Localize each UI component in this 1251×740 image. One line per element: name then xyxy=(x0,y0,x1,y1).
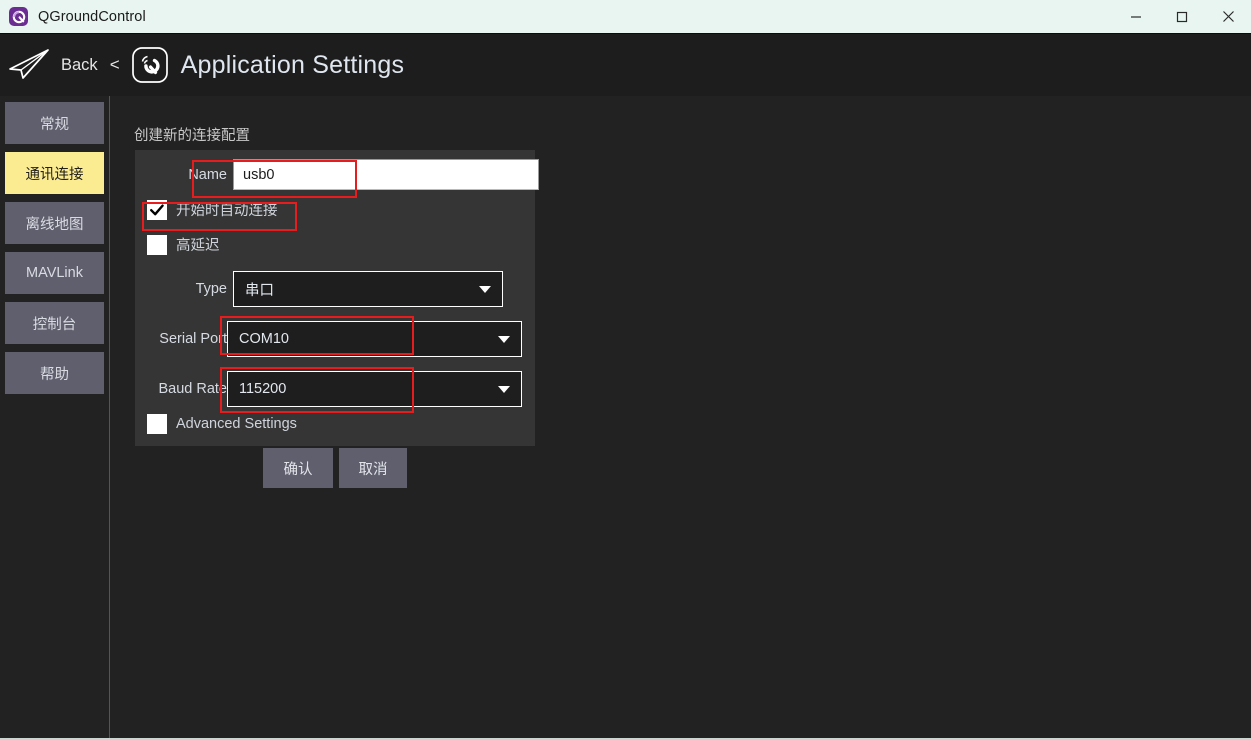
advanced-settings-label: Advanced Settings xyxy=(176,416,297,432)
type-value: 串口 xyxy=(245,282,274,299)
sidebar-item-label: 通讯连接 xyxy=(25,166,84,183)
advanced-settings-row[interactable]: Advanced Settings xyxy=(147,414,297,434)
baud-rate-value: 115200 xyxy=(239,381,287,397)
link-config-form: Name usb0 开始时自动连接 高延迟 Type 串口 Serial Por… xyxy=(135,150,539,446)
sidebar-item-help[interactable]: 帮助 xyxy=(5,352,104,394)
serial-port-value: COM10 xyxy=(239,331,289,347)
section-title: 创建新的连接配置 xyxy=(134,128,250,144)
name-input[interactable]: usb0 xyxy=(233,159,539,190)
sidebar-item-offline-maps[interactable]: 离线地图 xyxy=(5,202,104,244)
sidebar-item-mavlink[interactable]: MAVLink xyxy=(5,252,104,294)
sidebar-item-label: 帮助 xyxy=(40,366,69,383)
qgroundcontrol-app-icon xyxy=(9,7,28,26)
sidebar-item-label: 控制台 xyxy=(32,316,77,333)
sidebar-item-label: 离线地图 xyxy=(25,216,84,233)
type-combo[interactable]: 串口 xyxy=(233,271,503,307)
maximize-icon[interactable] xyxy=(1159,0,1205,33)
close-icon[interactable] xyxy=(1205,0,1251,33)
settings-sidebar: 常规 通讯连接 离线地图 MAVLink 控制台 帮助 xyxy=(0,96,109,739)
high-latency-checkbox[interactable] xyxy=(147,234,167,255)
chevron-down-icon xyxy=(479,286,491,293)
sidebar-item-label: MAVLink xyxy=(26,265,83,281)
chevron-left-icon[interactable]: < xyxy=(110,55,120,75)
auto-connect-checkbox[interactable] xyxy=(147,199,167,220)
settings-content: 创建新的连接配置 Name usb0 开始时自动连接 高延迟 Type 串口 S… xyxy=(109,96,1251,739)
name-label: Name xyxy=(188,166,227,183)
window-titlebar: QGroundControl xyxy=(0,0,1251,33)
cancel-button[interactable]: 取消 xyxy=(339,448,407,488)
baud-rate-label: Baud Rate xyxy=(158,381,227,397)
type-row: Type 串口 xyxy=(135,271,503,307)
baud-rate-row: Baud Rate 115200 xyxy=(135,371,522,407)
high-latency-label: 高延迟 xyxy=(176,238,220,254)
page-title: Application Settings xyxy=(180,50,405,79)
advanced-settings-checkbox[interactable] xyxy=(147,414,167,434)
serial-port-combo[interactable]: COM10 xyxy=(227,321,522,357)
minimize-icon[interactable] xyxy=(1113,0,1159,33)
sidebar-item-console[interactable]: 控制台 xyxy=(5,302,104,344)
auto-connect-row[interactable]: 开始时自动连接 xyxy=(147,199,278,220)
type-label: Type xyxy=(195,281,227,297)
serial-port-row: Serial Port COM10 xyxy=(135,321,522,357)
sidebar-item-comm-links[interactable]: 通讯连接 xyxy=(5,152,104,194)
confirm-button[interactable]: 确认 xyxy=(263,448,333,488)
sidebar-item-label: 常规 xyxy=(40,116,69,133)
serial-port-label: Serial Port xyxy=(159,331,227,347)
name-row: Name usb0 xyxy=(135,159,539,190)
auto-connect-label: 开始时自动连接 xyxy=(176,203,278,219)
back-button-label[interactable]: Back xyxy=(61,56,98,75)
sidebar-item-general[interactable]: 常规 xyxy=(5,102,104,144)
qgc-q-icon xyxy=(131,46,169,84)
window-title: QGroundControl xyxy=(38,8,146,25)
body-area: 常规 通讯连接 离线地图 MAVLink 控制台 帮助 创建新的连接配置 Nam… xyxy=(0,96,1251,739)
chevron-down-icon xyxy=(498,336,510,343)
baud-rate-combo[interactable]: 115200 xyxy=(227,371,522,407)
app-header: Back < Application Settings xyxy=(0,34,1251,96)
paper-plane-icon[interactable] xyxy=(6,45,52,85)
window-controls xyxy=(1113,0,1251,33)
form-button-row: 确认 取消 xyxy=(135,448,407,488)
high-latency-row[interactable]: 高延迟 xyxy=(147,234,220,255)
chevron-down-icon xyxy=(498,386,510,393)
